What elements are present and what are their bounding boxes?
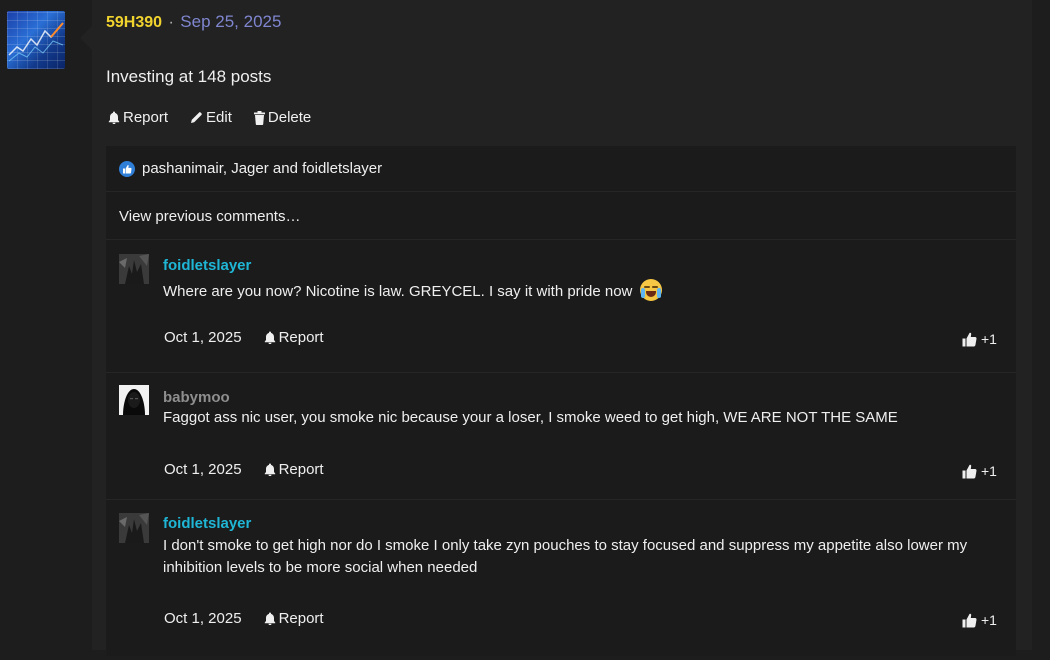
comment-text-content: Where are you now? Nicotine is law. GREY… bbox=[163, 283, 633, 300]
edit-button[interactable]: Edit bbox=[190, 109, 232, 126]
view-previous-comments-link[interactable]: View previous comments… bbox=[106, 193, 1016, 240]
likes-summary[interactable]: pashanimair, Jager and foidletslayer bbox=[106, 146, 1016, 192]
crying-laughing-emoji-icon bbox=[639, 279, 662, 301]
comment-report-label: Report bbox=[278, 461, 324, 478]
bell-icon bbox=[108, 111, 120, 124]
comment-author[interactable]: babymoo bbox=[163, 389, 230, 406]
thumbs-up-icon bbox=[962, 613, 978, 628]
comment-reaction-count: +1 bbox=[981, 463, 997, 479]
thumbs-up-icon bbox=[962, 332, 978, 347]
delete-label: Delete bbox=[267, 109, 312, 126]
comment-report-label: Report bbox=[278, 610, 324, 627]
comment-report-button[interactable]: Report bbox=[264, 461, 324, 478]
comment-text: I don't smoke to get high nor do I smoke… bbox=[163, 537, 968, 576]
delete-button[interactable]: Delete bbox=[253, 109, 312, 126]
edit-label: Edit bbox=[206, 109, 232, 126]
right-gutter bbox=[1032, 0, 1050, 650]
comment-text: Where are you now? Nicotine is law. GREY… bbox=[163, 279, 1003, 303]
comment-item: foidletslayer I don't smoke to get high … bbox=[106, 500, 1016, 660]
trash-icon bbox=[253, 110, 265, 125]
comment-avatar[interactable] bbox=[119, 254, 149, 284]
post-container: 59H390 · Sep 25, 2025 Investing at 148 p… bbox=[80, 0, 1032, 656]
comment-report-button[interactable]: Report bbox=[264, 610, 324, 627]
comment-avatar[interactable] bbox=[119, 385, 149, 415]
comment-meta: Oct 1, 2025 Report bbox=[164, 610, 324, 627]
comment-item: foidletslayer Where are you now? Nicotin… bbox=[106, 241, 1016, 373]
comment-text: Faggot ass nic user, you smoke nic becau… bbox=[163, 409, 898, 426]
poster-avatar[interactable] bbox=[7, 11, 65, 69]
comment-meta: Oct 1, 2025 Report bbox=[164, 329, 324, 346]
likes-text: pashanimair, Jager and foidletslayer bbox=[142, 160, 383, 177]
post-actions: Report Edit Delete bbox=[108, 109, 311, 126]
report-label: Report bbox=[123, 109, 169, 126]
comment-reaction-button[interactable]: +1 bbox=[962, 612, 997, 628]
comments-box: pashanimair, Jager and foidletslayer Vie… bbox=[106, 146, 1016, 656]
comment-report-label: Report bbox=[278, 329, 324, 346]
report-button[interactable]: Report bbox=[108, 109, 168, 126]
bell-icon bbox=[264, 612, 276, 625]
post-body: Investing at 148 posts bbox=[106, 67, 272, 86]
comment-author[interactable]: foidletslayer bbox=[163, 257, 251, 274]
header-separator: · bbox=[168, 14, 174, 31]
comment-avatar[interactable] bbox=[119, 513, 149, 543]
comment-report-button[interactable]: Report bbox=[264, 329, 324, 346]
post-header: 59H390 · Sep 25, 2025 bbox=[106, 12, 281, 32]
comment-date[interactable]: Oct 1, 2025 bbox=[164, 329, 242, 346]
pencil-icon bbox=[190, 111, 203, 124]
thumbs-up-icon bbox=[962, 464, 978, 479]
comment-meta: Oct 1, 2025 Report bbox=[164, 461, 324, 478]
bell-icon bbox=[264, 463, 276, 476]
comment-date[interactable]: Oct 1, 2025 bbox=[164, 610, 242, 627]
comment-reaction-count: +1 bbox=[981, 331, 997, 347]
post-date[interactable]: Sep 25, 2025 bbox=[180, 12, 281, 31]
left-gutter bbox=[0, 0, 92, 650]
post-username[interactable]: 59H390 bbox=[106, 14, 162, 31]
bell-icon bbox=[264, 331, 276, 344]
comment-reaction-button[interactable]: +1 bbox=[962, 463, 997, 479]
comment-author[interactable]: foidletslayer bbox=[163, 515, 251, 532]
comment-reaction-count: +1 bbox=[981, 612, 997, 628]
comment-reaction-button[interactable]: +1 bbox=[962, 331, 997, 347]
comment-date[interactable]: Oct 1, 2025 bbox=[164, 461, 242, 478]
comment-item: babymoo Faggot ass nic user, you smoke n… bbox=[106, 373, 1016, 500]
thumbs-up-badge-icon bbox=[119, 160, 135, 177]
